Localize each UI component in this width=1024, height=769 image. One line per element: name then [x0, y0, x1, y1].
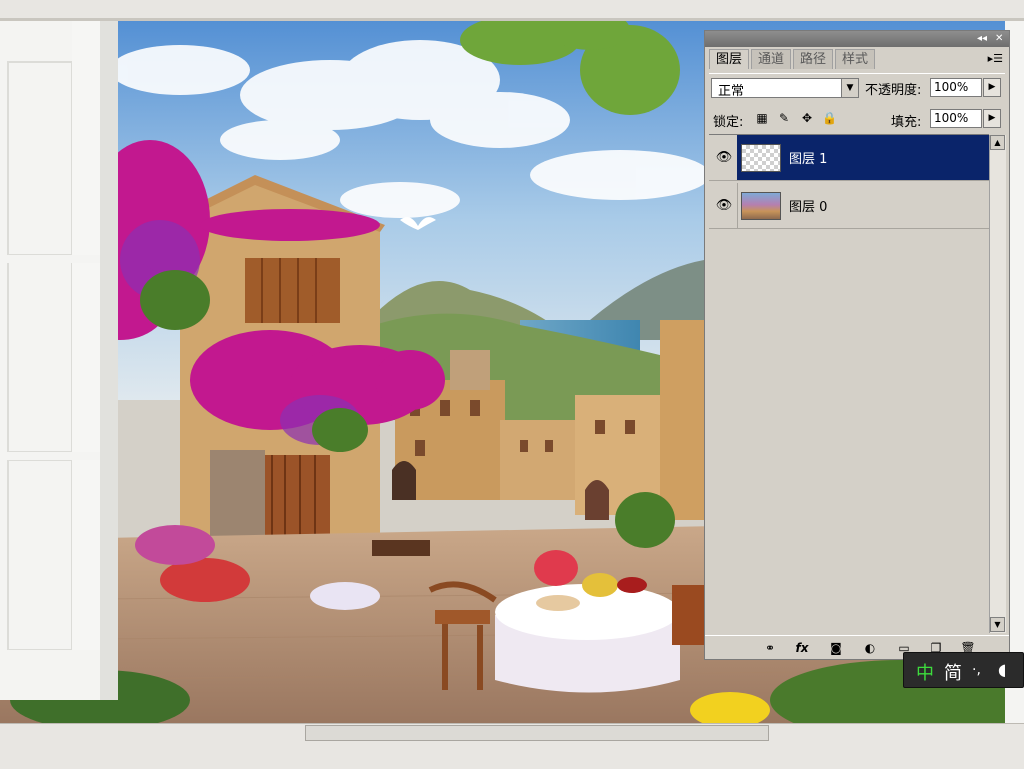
tab-layers[interactable]: 图层	[709, 49, 750, 69]
ime-mode-simplified[interactable]: 简	[944, 659, 962, 685]
link-layers-icon[interactable]: ⚭	[761, 640, 779, 656]
layer-row-0[interactable]: 👁 图层 0	[709, 183, 989, 229]
opacity-label: 不透明度:	[865, 83, 922, 98]
close-icon[interactable]: ✕	[995, 32, 1003, 46]
fx-icon[interactable]: fx	[793, 640, 811, 656]
lock-image-brush-icon[interactable]: ✎	[777, 111, 791, 125]
collapse-icon[interactable]: ◂◂	[977, 32, 987, 46]
panel-tabs: 图层 通道 路径 样式	[709, 49, 877, 69]
lock-all-icon[interactable]: 🔒	[822, 111, 837, 125]
fill-slider-arrow-icon[interactable]: ▶	[983, 109, 1001, 128]
fill-input[interactable]: 100%	[930, 109, 982, 128]
blend-mode-value: 正常	[718, 84, 745, 99]
blend-row: 正常 ▼ 不透明度: 100% ▶	[709, 73, 1005, 99]
layer-row-1[interactable]: 👁 图层 1	[709, 135, 989, 181]
layers-vertical-scrollbar[interactable]: ▲ ▼	[989, 135, 1006, 633]
tab-channels[interactable]: 通道	[751, 49, 792, 69]
tab-paths[interactable]: 路径	[793, 49, 834, 69]
layer-name: 图层 0	[789, 200, 828, 215]
lock-transparent-icon[interactable]: ▦	[755, 111, 769, 125]
fill-label: 填充:	[891, 115, 922, 130]
panel-titlebar[interactable]: ◂◂ ✕	[705, 31, 1009, 47]
blend-mode-select[interactable]: 正常 ▼	[711, 78, 859, 99]
opacity-slider-arrow-icon[interactable]: ▶	[983, 78, 1001, 97]
lock-position-move-icon[interactable]: ✥	[800, 111, 814, 125]
layer-mask-icon[interactable]: ◙	[827, 640, 845, 656]
ime-mode-chinese[interactable]: 中	[916, 659, 934, 685]
lock-label: 锁定:	[713, 115, 744, 130]
layers-list: 👁 图层 1 👁 图层 0	[709, 134, 989, 635]
panel-menu-icon[interactable]: ▸☰	[988, 52, 1003, 65]
opacity-input[interactable]: 100%	[930, 78, 982, 97]
ime-punctuation[interactable]: ·,	[972, 662, 981, 678]
chevron-down-icon[interactable]: ▼	[841, 79, 858, 97]
horizontal-scrollbar[interactable]	[305, 725, 769, 741]
layer-name: 图层 1	[789, 152, 828, 167]
scroll-up-icon[interactable]: ▲	[990, 135, 1005, 150]
tab-styles[interactable]: 样式	[835, 49, 876, 69]
adjustment-layer-icon[interactable]: ◐	[861, 640, 879, 656]
scroll-down-icon[interactable]: ▼	[990, 617, 1005, 632]
layer-thumbnail-transparent	[741, 144, 781, 172]
ime-status-bar[interactable]: 中 简 ·, ◖	[903, 652, 1024, 688]
layer-body[interactable]: 图层 0	[737, 183, 989, 228]
layers-panel: ◂◂ ✕ 图层 通道 路径 样式 ▸☰ 正常 ▼ 不透明度: 100% ▶ 锁定…	[704, 30, 1010, 660]
layer-body[interactable]: 图层 1	[737, 135, 989, 180]
ime-halfwidth-moon-icon[interactable]: ◖	[998, 660, 1006, 679]
visibility-eye-icon[interactable]: 👁	[711, 135, 738, 180]
visibility-eye-icon[interactable]: 👁	[711, 183, 738, 228]
layer-thumbnail-image	[741, 192, 781, 220]
